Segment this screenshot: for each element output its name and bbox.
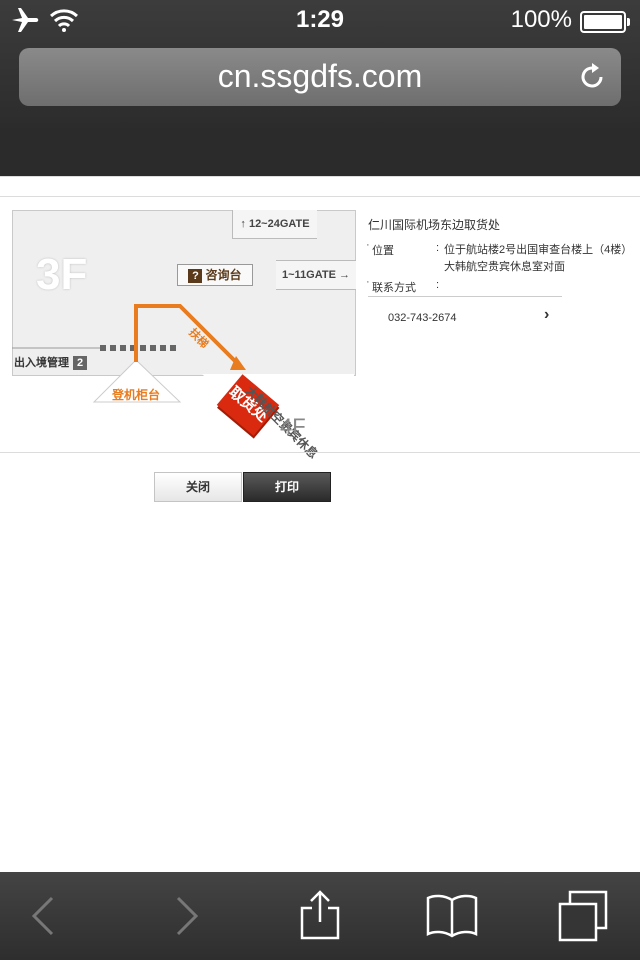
share-icon (300, 890, 340, 940)
chevron-left-icon (31, 896, 54, 936)
browser-toolbar (0, 872, 640, 960)
divider (0, 176, 640, 177)
immigration-label: 出入境管理 2 (14, 354, 87, 370)
battery-percent: 100% (510, 6, 572, 33)
reload-icon[interactable] (577, 62, 607, 92)
divider (368, 296, 562, 297)
bookmarks-button[interactable] (422, 886, 482, 946)
immigration-number: 2 (73, 356, 87, 370)
battery-icon (580, 11, 630, 33)
status-bar: 1:29 100% (0, 0, 640, 40)
pickup-location-map: 3F ↑ 12~24GATE 1~11GATE → ? 咨询台 出入境管理 2 登机… (12, 210, 356, 461)
site-header-bar (0, 128, 640, 176)
location-value: 位于航站楼2号出国审查台楼上（4楼） 大韩航空贵宾休息室对面 (444, 242, 640, 276)
contact-label: 联系方式 (366, 276, 416, 295)
tabs-button[interactable] (554, 886, 614, 946)
checkin-counter-label: 登机柜台 (112, 388, 161, 402)
tabs-icon (558, 890, 608, 942)
info-title: 仁川国际机场东边取货处 (368, 218, 501, 232)
close-button[interactable]: 关闭 (154, 472, 242, 502)
share-button[interactable] (290, 886, 350, 946)
forward-button[interactable] (156, 886, 216, 946)
address-bar[interactable]: cn.ssgdfs.com (19, 48, 621, 106)
phone-number[interactable]: 032-743-2674 (388, 312, 457, 324)
floor-4f-label: 4F (280, 414, 306, 439)
chevron-right-icon (176, 896, 199, 936)
location-line-1: 位于航站楼2号出国审查台楼上（4楼） (444, 244, 633, 256)
map-lines (12, 304, 354, 438)
url-text: cn.ssgdfs.com (217, 58, 423, 94)
location-line-2: 大韩航空贵宾休息室对面 (444, 261, 565, 273)
chevron-right-icon[interactable]: › (544, 306, 549, 324)
divider (0, 452, 640, 453)
print-button[interactable]: 打印 (243, 472, 331, 502)
divider (0, 196, 640, 197)
immigration-text: 出入境管理 (14, 357, 69, 369)
contact-colon: : (436, 279, 440, 291)
back-button[interactable] (14, 886, 74, 946)
book-icon (426, 894, 478, 938)
browser-chrome: 1:29 100% cn.ssgdfs.com (0, 0, 640, 128)
location-label: 位置 (366, 239, 394, 258)
location-colon: : (436, 242, 440, 254)
